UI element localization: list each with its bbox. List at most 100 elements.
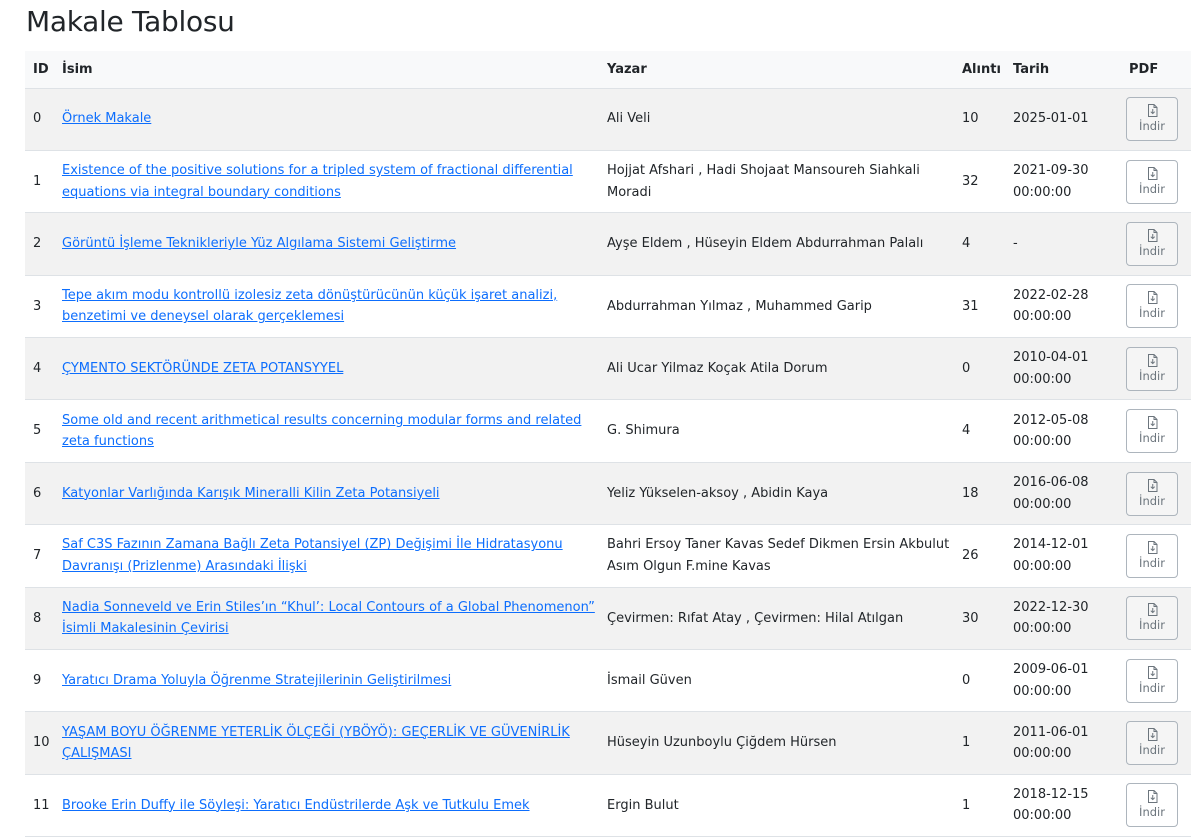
table-row: 10 YAŞAM BOYU ÖĞRENME YETERLİK ÖLÇEĞİ (Y… (25, 711, 1191, 775)
article-date: - (1013, 236, 1018, 252)
download-pdf-button[interactable]: İndir (1126, 221, 1178, 266)
file-download-icon (1147, 166, 1157, 180)
download-label: İndir (1139, 555, 1165, 570)
cell-title: Örnek Makale (54, 88, 599, 151)
cell-date: 2012-05-08 00:00:00 (1005, 399, 1121, 463)
cell-date: 2021-09-30 00:00:00 (1005, 150, 1121, 214)
download-label: İndir (1139, 743, 1165, 758)
download-label: İndir (1139, 431, 1165, 446)
article-title-link[interactable]: Görüntü İşleme Teknikleriyle Yüz Algılam… (62, 236, 456, 251)
cell-title: Saf C3S Fazının Zamana Bağlı Zeta Potans… (54, 524, 599, 588)
article-authors: İsmail Güven (607, 672, 692, 688)
cell-citations: 1 (954, 711, 1005, 775)
cell-title: Tepe akım modu kontrollü izolesiz zeta d… (54, 275, 599, 339)
table-row: 1 Existence of the positive solutions fo… (25, 150, 1191, 214)
cell-authors: Ali Veli (599, 88, 954, 151)
row-id: 11 (33, 797, 50, 813)
article-title-link[interactable]: Yaratıcı Drama Yoluyla Öğrenme Stratejil… (62, 673, 451, 688)
download-pdf-button[interactable]: İndir (1126, 346, 1178, 391)
download-pdf-button[interactable]: İndir (1126, 596, 1178, 641)
download-pdf-button[interactable]: İndir (1126, 721, 1178, 766)
header-citations: Alıntı (954, 51, 1005, 89)
table-row: 4 ÇYMENTO SEKTÖRÜNDE ZETA POTANSYYEL Ali… (25, 337, 1191, 401)
download-pdf-button[interactable]: İndir (1126, 471, 1178, 516)
cell-date: 2022-02-28 00:00:00 (1005, 275, 1121, 339)
article-date: 2021-09-30 00:00:00 (1013, 163, 1089, 200)
table-row: 5 Some old and recent arithmetical resul… (25, 399, 1191, 463)
cell-id: 2 (25, 212, 54, 276)
cell-citations: 31 (954, 275, 1005, 339)
cell-pdf: İndir (1121, 399, 1191, 463)
article-authors: Abdurrahman Yılmaz , Muhammed Garip (607, 298, 872, 314)
download-label: İndir (1139, 243, 1165, 258)
article-authors: Hüseyin Uzunboylu Çiğdem Hürsen (607, 735, 837, 751)
cell-date: 2022-12-30 00:00:00 (1005, 587, 1121, 651)
cell-pdf: İndir (1121, 711, 1191, 775)
table-row: 0 Örnek Makale Ali Veli 10 2025-01-01 İn… (25, 88, 1191, 151)
download-pdf-button[interactable]: İndir (1126, 159, 1178, 204)
cell-authors: Ali Ucar Yilmaz Koçak Atila Dorum (599, 337, 954, 401)
cell-id: 7 (25, 524, 54, 588)
article-date: 2011-06-01 00:00:00 (1013, 724, 1089, 762)
article-title-link[interactable]: Existence of the positive solutions for … (62, 163, 573, 200)
header-author: Yazar (599, 51, 954, 89)
file-download-icon (1147, 728, 1157, 742)
cell-id: 1 (25, 150, 54, 214)
citation-count: 30 (962, 610, 979, 626)
table-row: 7 Saf C3S Fazının Zamana Bağlı Zeta Pota… (25, 524, 1191, 588)
download-pdf-button[interactable]: İndir (1126, 783, 1178, 828)
citation-count: 10 (962, 111, 979, 127)
article-date: 2016-06-08 00:00:00 (1013, 475, 1089, 512)
row-id: 3 (33, 298, 42, 314)
cell-citations: 18 (954, 462, 1005, 526)
citation-count: 26 (962, 548, 979, 564)
cell-pdf: İndir (1121, 337, 1191, 401)
cell-authors: Bahri Ersoy Taner Kavas Sedef Dikmen Ers… (599, 524, 954, 588)
file-download-icon (1147, 291, 1157, 305)
cell-date: 2016-06-08 00:00:00 (1005, 462, 1121, 526)
cell-pdf: İndir (1121, 462, 1191, 526)
download-pdf-button[interactable]: İndir (1126, 409, 1178, 454)
table-row: 6 Katyonlar Varlığında Karışık Mineralli… (25, 462, 1191, 526)
row-id: 0 (33, 111, 42, 127)
article-title-link[interactable]: Nadia Sonneveld ve Erin Stiles’ın “Khul’… (62, 600, 595, 637)
citation-count: 31 (962, 298, 979, 314)
cell-pdf: İndir (1121, 88, 1191, 151)
article-title-link[interactable]: Brooke Erin Duffy ile Söyleşi: Yaratıcı … (62, 798, 530, 813)
cell-title: ÇYMENTO SEKTÖRÜNDE ZETA POTANSYYEL (54, 337, 599, 401)
file-download-icon (1147, 228, 1157, 242)
article-title-link[interactable]: Tepe akım modu kontrollü izolesiz zeta d… (62, 288, 557, 325)
article-title-link[interactable]: ÇYMENTO SEKTÖRÜNDE ZETA POTANSYYEL (62, 361, 343, 376)
cell-id: 0 (25, 88, 54, 151)
article-title-link[interactable]: Saf C3S Fazının Zamana Bağlı Zeta Potans… (62, 537, 563, 574)
file-download-icon (1147, 603, 1157, 617)
table-row: 2 Görüntü İşleme Teknikleriyle Yüz Algıl… (25, 212, 1191, 276)
citation-count: 32 (962, 173, 979, 189)
article-title-link[interactable]: YAŞAM BOYU ÖĞRENME YETERLİK ÖLÇEĞİ (YBÖY… (62, 725, 570, 762)
cell-authors: Ergin Bulut (599, 774, 954, 838)
cell-citations: 0 (954, 337, 1005, 401)
article-title-link[interactable]: Katyonlar Varlığında Karışık Mineralli K… (62, 486, 440, 501)
download-pdf-button[interactable]: İndir (1126, 658, 1178, 703)
article-date: 2009-06-01 00:00:00 (1013, 662, 1089, 699)
page-title: Makale Tablosu (26, 5, 235, 38)
row-id: 1 (33, 173, 42, 189)
article-authors: Ali Veli (607, 111, 651, 127)
cell-id: 10 (25, 711, 54, 775)
cell-authors: Yeliz Yükselen-aksoy , Abidin Kaya (599, 462, 954, 526)
download-pdf-button[interactable]: İndir (1126, 97, 1178, 142)
cell-pdf: İndir (1121, 649, 1191, 713)
cell-id: 3 (25, 275, 54, 339)
article-authors: Çevirmen: Rıfat Atay , Çevirmen: Hilal A… (607, 610, 904, 626)
article-title-link[interactable]: Örnek Makale (62, 111, 151, 126)
cell-title: Görüntü İşleme Teknikleriyle Yüz Algılam… (54, 212, 599, 276)
article-title-link[interactable]: Some old and recent arithmetical results… (62, 413, 581, 450)
table-body: 0 Örnek Makale Ali Veli 10 2025-01-01 İn… (25, 88, 1191, 838)
cell-pdf: İndir (1121, 774, 1191, 838)
download-pdf-button[interactable]: İndir (1126, 533, 1178, 578)
cell-date: 2025-01-01 (1005, 88, 1121, 151)
cell-id: 5 (25, 399, 54, 463)
cell-authors: Hojjat Afshari , Hadi Shojaat Mansoureh … (599, 150, 954, 214)
cell-title: Existence of the positive solutions for … (54, 150, 599, 214)
download-pdf-button[interactable]: İndir (1126, 284, 1178, 329)
